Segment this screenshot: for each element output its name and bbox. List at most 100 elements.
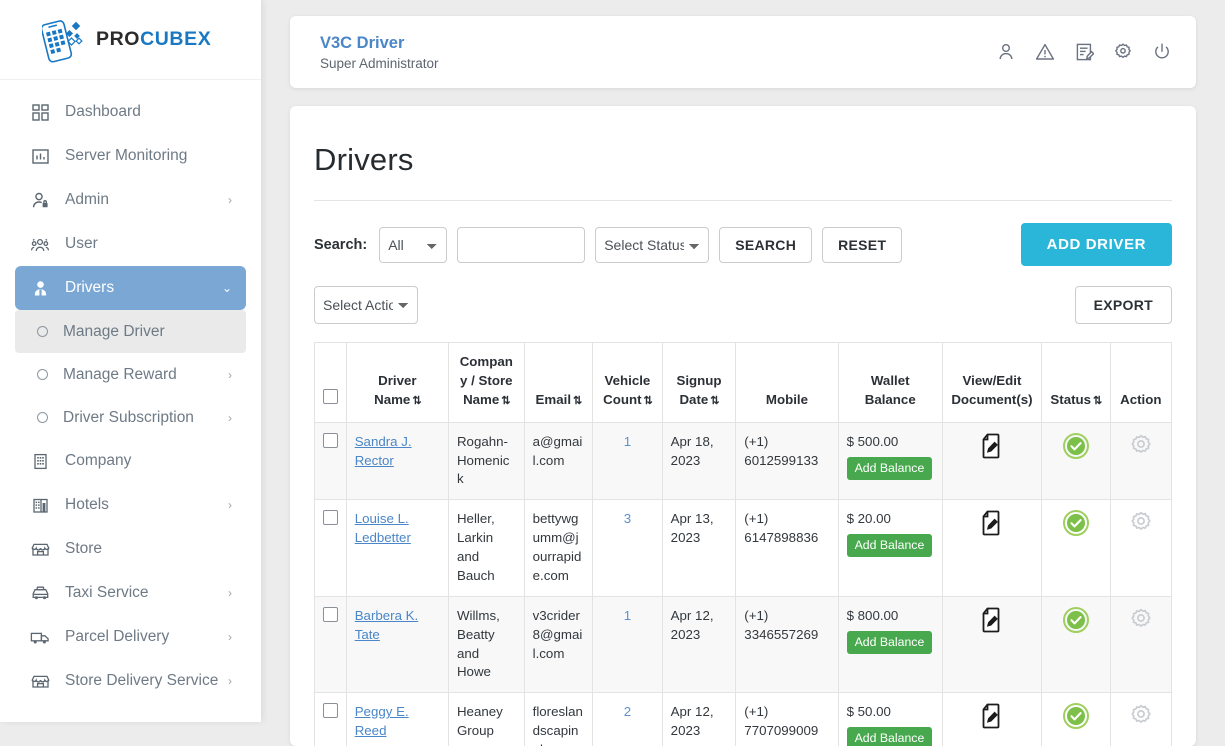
status-active-check-icon[interactable] xyxy=(1062,703,1089,735)
driver-name-link[interactable]: Sandra J. Rector xyxy=(355,434,412,468)
cell-driver-name: Barbera K. Tate xyxy=(345,595,449,694)
column-label: Wallet Balance xyxy=(864,372,916,407)
sidebar-item-parcel-delivery[interactable]: Parcel Delivery › xyxy=(15,615,246,659)
document-edit-icon[interactable] xyxy=(981,510,1003,542)
vehicle-count-link[interactable]: 2 xyxy=(624,704,631,719)
row-select-cell xyxy=(314,595,347,694)
row-checkbox[interactable] xyxy=(323,606,338,622)
chart-box-icon xyxy=(27,148,53,165)
store-icon xyxy=(27,673,53,690)
sidebar-item-store-delivery-service[interactable]: Store Delivery Service › xyxy=(15,659,246,703)
row-checkbox[interactable] xyxy=(323,432,338,448)
select-all-checkbox[interactable] xyxy=(323,388,338,404)
row-checkbox[interactable] xyxy=(323,510,338,526)
cell-view-edit-documents xyxy=(941,692,1043,746)
sidebar-item-user[interactable]: User xyxy=(15,222,246,266)
building-icon xyxy=(27,453,53,470)
driver-name-link[interactable]: Louise L. Ledbetter xyxy=(355,511,411,545)
column-header-company-store-name[interactable]: Company / Store Name ⇅ xyxy=(447,342,525,423)
driver-name-link[interactable]: Barbera K. Tate xyxy=(355,608,419,642)
search-scope-select[interactable]: All xyxy=(379,226,448,263)
sidebar-subitem-driver-subscription[interactable]: Driver Subscription › xyxy=(15,396,246,439)
row-action-gear-icon[interactable] xyxy=(1129,433,1153,463)
brand-wordmark: PROCUBEX xyxy=(96,28,211,51)
cell-mobile: (+1) 3346557269 xyxy=(735,595,839,694)
sidebar-item-company[interactable]: Company xyxy=(15,439,246,483)
table-body: Sandra J. Rector Rogahn-Homenick a@gmail.c… xyxy=(314,421,1173,746)
user-role-label: Super Administrator xyxy=(320,55,439,71)
vehicle-count-link[interactable]: 1 xyxy=(624,434,631,449)
column-header-action: Action xyxy=(1109,342,1173,423)
add-balance-button[interactable]: Add Balance xyxy=(846,630,933,654)
sidebar-item-admin[interactable]: Admin › xyxy=(15,178,246,222)
column-header-driver-name[interactable]: Driver Name ⇅ xyxy=(345,342,449,423)
cell-wallet-balance: $ 20.00 Add Balance xyxy=(837,499,943,597)
sidebar-subitem-label: Manage Driver xyxy=(63,322,165,340)
warning-triangle-icon[interactable] xyxy=(1035,42,1055,62)
sidebar-item-label: Hotels xyxy=(65,496,109,513)
status-active-check-icon[interactable] xyxy=(1062,606,1089,639)
cell-email: bettywgumm@jourrapide.com xyxy=(523,499,594,597)
export-button[interactable]: EXPORT xyxy=(1074,286,1172,324)
sidebar-subitem-manage-reward[interactable]: Manage Reward › xyxy=(15,353,246,396)
column-header-mobile: Mobile xyxy=(735,342,839,423)
select-all-header xyxy=(314,342,347,423)
add-balance-button[interactable]: Add Balance xyxy=(846,727,933,746)
add-balance-button[interactable]: Add Balance xyxy=(846,534,933,558)
status-active-check-icon[interactable] xyxy=(1062,510,1089,542)
cell-status xyxy=(1041,692,1111,746)
cell-company-store-name: Heaney Group xyxy=(447,692,525,746)
column-label: View/Edit Document(s) xyxy=(951,372,1033,407)
sidebar-item-dashboard[interactable]: Dashboard xyxy=(15,90,246,134)
bullet-circle-icon xyxy=(37,412,48,423)
sidebar-subitem-manage-driver[interactable]: Manage Driver xyxy=(15,310,246,353)
brand-logo[interactable]: PROCUBEX xyxy=(0,0,261,80)
bullet-circle-icon xyxy=(37,326,48,337)
document-edit-icon[interactable] xyxy=(981,433,1003,465)
document-edit-icon[interactable] xyxy=(981,703,1003,735)
table-row: Louise L. Ledbetter Heller, Larkin and Ba… xyxy=(314,499,1173,597)
drivers-card: Drivers Search: All Select Status SEARCH… xyxy=(290,106,1196,746)
reset-button[interactable]: RESET xyxy=(822,226,903,263)
gear-icon[interactable] xyxy=(1113,42,1133,62)
status-filter-select[interactable]: Select Status xyxy=(595,226,710,263)
sidebar-subitem-label: Driver Subscription xyxy=(63,408,194,426)
add-balance-button[interactable]: Add Balance xyxy=(846,456,933,480)
sidebar-item-label: User xyxy=(65,235,98,252)
row-checkbox[interactable] xyxy=(323,703,338,719)
brand-name-part2: CUBEX xyxy=(140,28,212,50)
select-action-dropdown[interactable]: Select Action xyxy=(314,286,418,324)
sort-icon: ⇅ xyxy=(573,394,582,407)
table-header: Driver Name ⇅ Company / Store Name ⇅ Email… xyxy=(314,342,1173,423)
document-edit-icon[interactable] xyxy=(1074,42,1094,62)
column-header-email[interactable]: Email ⇅ xyxy=(523,342,594,423)
cell-view-edit-documents xyxy=(941,595,1043,694)
driver-name-link[interactable]: Peggy E. Reed xyxy=(355,704,409,738)
document-edit-icon[interactable] xyxy=(981,607,1003,639)
cell-vehicle-count: 2 xyxy=(592,692,663,746)
chevron-right-icon: › xyxy=(228,410,232,425)
vehicle-count-link[interactable]: 3 xyxy=(624,511,631,526)
row-action-gear-icon[interactable] xyxy=(1129,703,1153,733)
row-action-gear-icon[interactable] xyxy=(1129,510,1153,540)
vehicle-count-link[interactable]: 1 xyxy=(624,608,631,623)
column-label: Mobile xyxy=(765,391,808,407)
sidebar-item-drivers[interactable]: Drivers ⌄ xyxy=(15,266,246,310)
power-icon[interactable] xyxy=(1152,42,1172,62)
user-icon[interactable] xyxy=(996,42,1016,62)
sidebar-item-hotels[interactable]: Hotels › xyxy=(15,483,246,527)
status-active-check-icon[interactable] xyxy=(1062,432,1089,465)
sidebar-item-store[interactable]: Store xyxy=(15,527,246,571)
column-header-vehicle-count[interactable]: Vehicle Count ⇅ xyxy=(592,342,663,423)
column-header-signup-date[interactable]: Signup Date ⇅ xyxy=(661,342,737,423)
search-input[interactable] xyxy=(457,226,586,263)
add-driver-button[interactable]: ADD DRIVER xyxy=(1020,223,1172,266)
sort-icon: ⇅ xyxy=(412,394,421,407)
column-header-status[interactable]: Status ⇅ xyxy=(1041,342,1111,423)
cell-signup-date: Apr 12, 2023 xyxy=(661,692,737,746)
search-button[interactable]: SEARCH xyxy=(719,226,813,263)
delivery-truck-icon xyxy=(27,629,53,646)
sidebar-item-taxi-service[interactable]: Taxi Service › xyxy=(15,571,246,615)
sidebar-item-server-monitoring[interactable]: Server Monitoring xyxy=(15,134,246,178)
row-action-gear-icon[interactable] xyxy=(1129,607,1153,637)
